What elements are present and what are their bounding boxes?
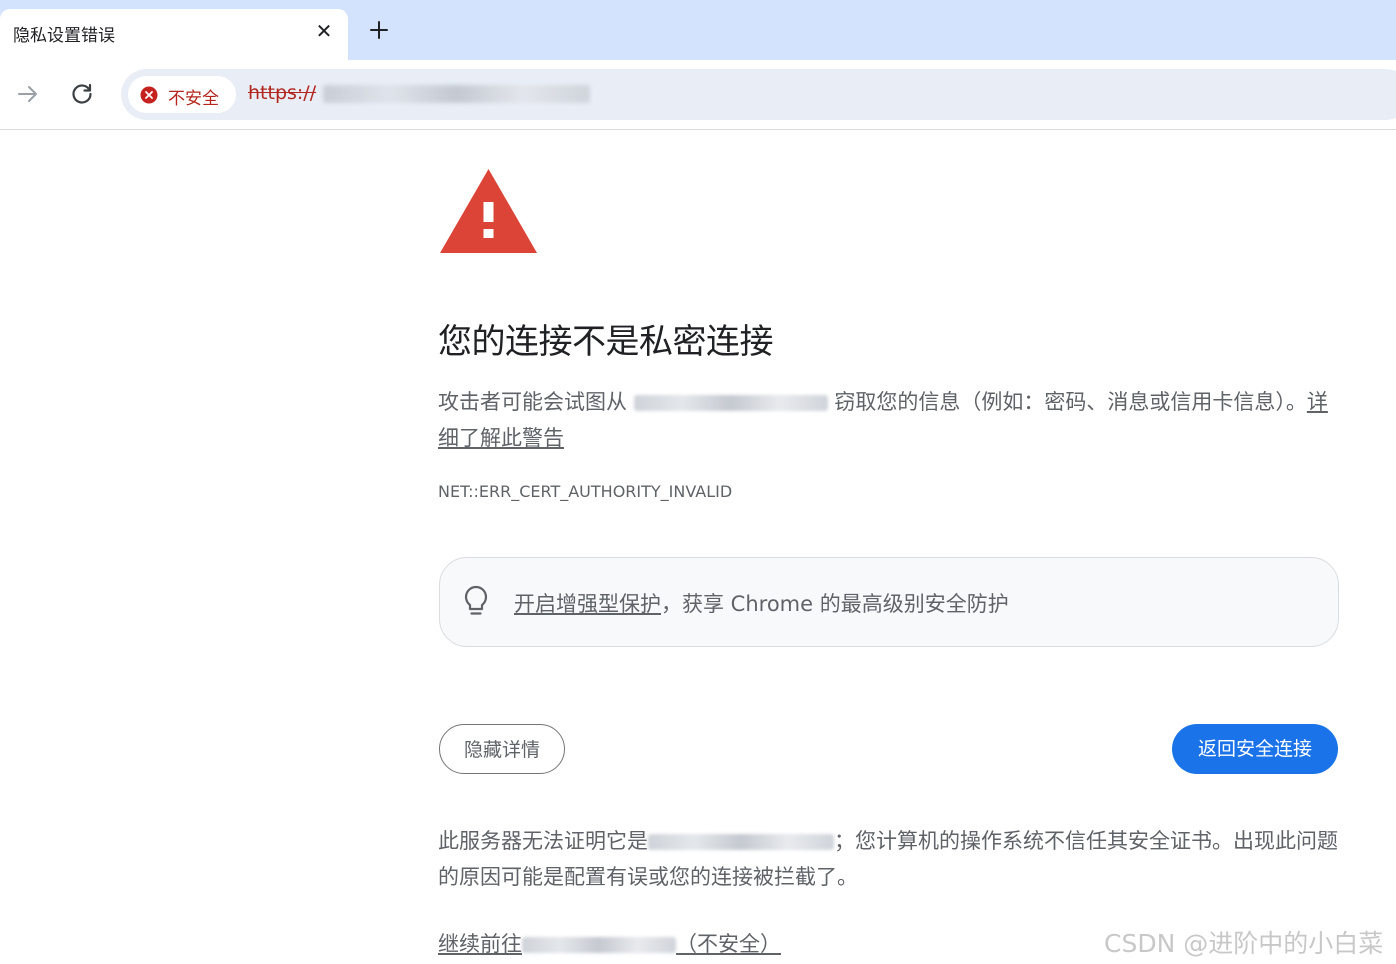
redacted-hostname: [633, 395, 828, 411]
description-after: 窃取您的信息（例如：密码、消息或信用卡信息）。: [834, 390, 1307, 414]
watermark: CSDN @进阶中的小白菜: [1104, 929, 1384, 958]
address-bar[interactable]: 不安全 https://: [121, 69, 1396, 120]
redacted-hostname: [522, 937, 676, 953]
warning-triangle-icon: [438, 167, 539, 255]
plus-icon[interactable]: [365, 16, 393, 44]
redacted-url: [323, 85, 590, 103]
close-tab-icon[interactable]: ✕: [312, 19, 336, 43]
error-circle-icon: [140, 86, 158, 104]
proceed-prefix: 继续前往: [438, 932, 522, 956]
tab-title: 隐私设置错误: [13, 26, 115, 46]
toolbar: 不安全 https://: [0, 60, 1396, 130]
error-code: NET::ERR_CERT_AUTHORITY_INVALID: [438, 482, 733, 501]
url-scheme: https://: [248, 82, 317, 104]
warning-description: 攻击者可能会试图从 窃取您的信息（例如：密码、消息或信用卡信息）。详细了解此警告: [438, 384, 1338, 456]
redacted-hostname: [648, 834, 834, 850]
security-chip[interactable]: 不安全: [128, 76, 236, 113]
details-text: 此服务器无法证明它是 ；您计算机的操作系统不信任其安全证书。出现此问题的原因可能是…: [438, 823, 1338, 895]
promo-text: 开启增强型保护，获享 Chrome 的最高级别安全防护: [514, 588, 1009, 618]
enhanced-protection-promo: 开启增强型保护，获享 Chrome 的最高级别安全防护: [439, 557, 1339, 647]
proceed-suffix: （不安全）: [676, 932, 781, 956]
details-before: 此服务器无法证明它是: [438, 829, 648, 853]
active-tab[interactable]: 隐私设置错误 ✕: [0, 9, 348, 60]
promo-description: ，获享 Chrome 的最高级别安全防护: [661, 592, 1009, 616]
tab-strip: 隐私设置错误 ✕: [0, 0, 1396, 60]
proceed-unsafe-link[interactable]: 继续前往 （不安全）: [438, 928, 781, 958]
lightbulb-icon: [462, 585, 490, 619]
enhanced-protection-link[interactable]: 开启增强型保护: [514, 592, 661, 616]
page-title: 您的连接不是私密连接: [438, 322, 774, 362]
back-to-safety-button[interactable]: 返回安全连接: [1172, 724, 1338, 774]
security-label: 不安全: [168, 89, 219, 109]
description-before: 攻击者可能会试图从: [438, 390, 627, 414]
arrow-right-icon[interactable]: [11, 77, 45, 111]
reload-icon[interactable]: [65, 77, 99, 111]
hide-details-button[interactable]: 隐藏详情: [439, 724, 565, 774]
